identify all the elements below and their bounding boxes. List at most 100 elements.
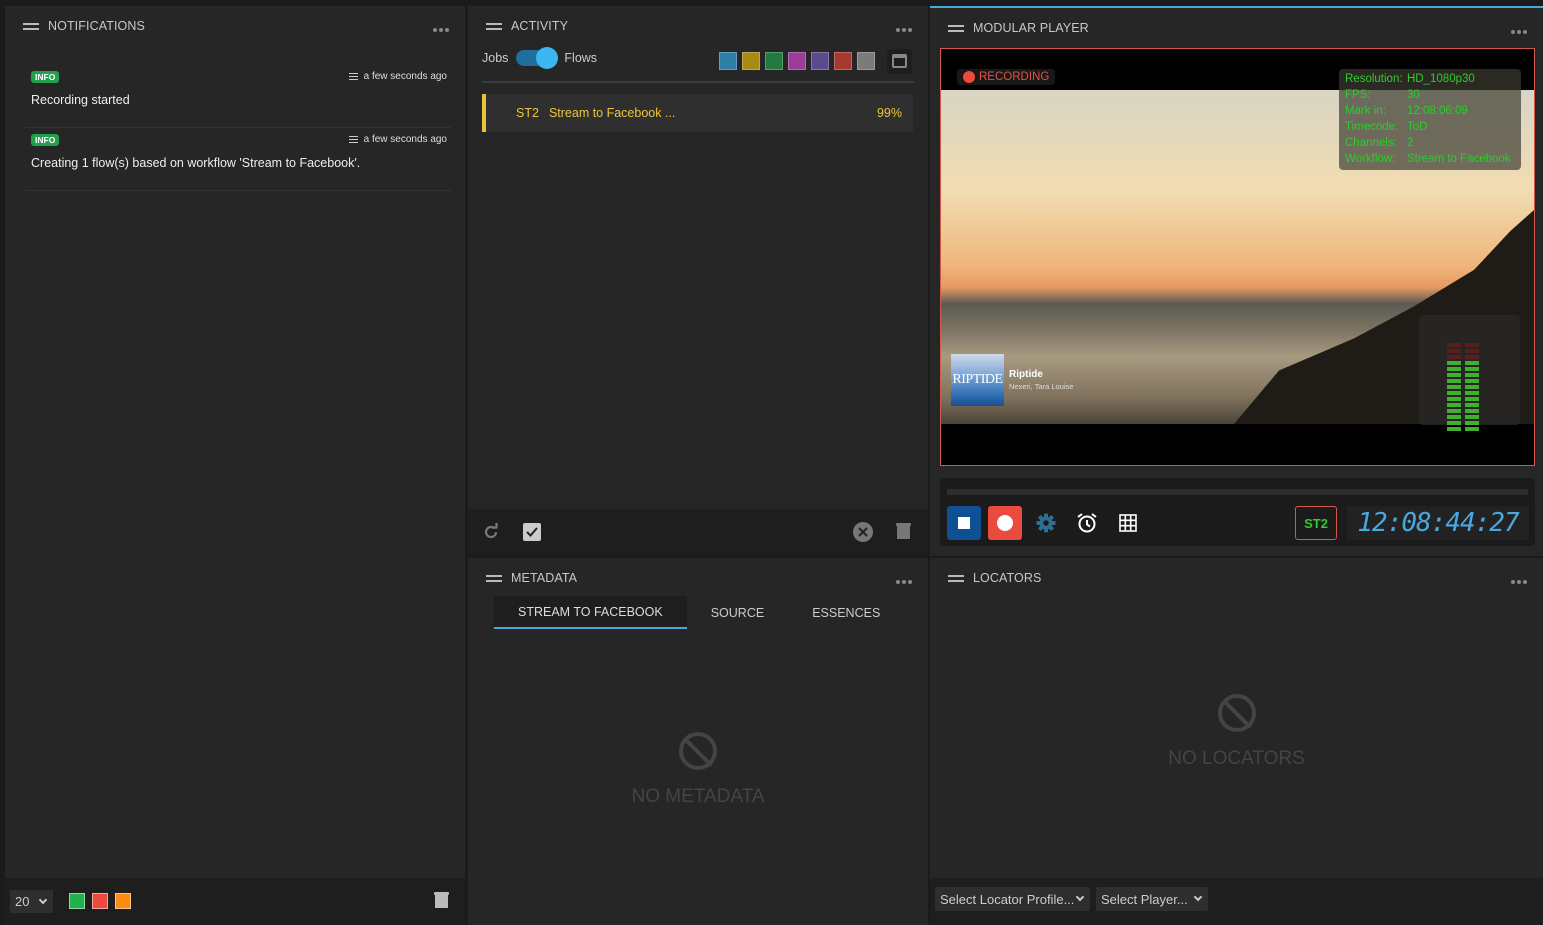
recording-indicator: RECORDING: [957, 69, 1056, 85]
meter-segment: [1447, 373, 1461, 377]
meter-segment: [1447, 415, 1461, 419]
info-key: Timecode:: [1345, 121, 1399, 133]
record-button[interactable]: [988, 506, 1022, 540]
meter-segment: [1447, 421, 1461, 425]
alarm-button[interactable]: [1070, 506, 1104, 540]
record-icon: [997, 515, 1013, 531]
meter-segment: [1447, 385, 1461, 389]
info-value: 30: [1407, 89, 1420, 101]
drag-handle-icon[interactable]: [948, 24, 964, 32]
refresh-icon[interactable]: [482, 523, 500, 541]
notifications-panel: NOTIFICATIONS INFO a few seconds ago Rec…: [5, 6, 465, 878]
drag-handle-icon[interactable]: [23, 22, 39, 30]
empty-state: NO LOCATORS: [930, 694, 1543, 770]
notification-time: a few seconds ago: [363, 134, 447, 145]
select-value: Select Player...: [1101, 891, 1188, 907]
info-key: FPS:: [1345, 89, 1371, 101]
drag-handle-icon[interactable]: [948, 574, 964, 582]
meter-segment: [1447, 391, 1461, 395]
flow-progress: 99%: [876, 106, 902, 120]
video-viewport[interactable]: RECORDING Resolution: HD_1080p30 FPS: 30 M…: [940, 48, 1535, 466]
meter-segment: [1465, 379, 1479, 383]
locator-profile-select[interactable]: Select Locator Profile...: [935, 887, 1090, 911]
details-icon[interactable]: [348, 73, 358, 80]
player-select[interactable]: Select Player...: [1096, 887, 1208, 911]
meter-segment: [1465, 385, 1479, 389]
metadata-tabs: STREAM TO FACEBOOK SOURCE ESSENCES: [494, 596, 904, 629]
trash-icon[interactable]: [896, 523, 911, 539]
level-badge: INFO: [31, 71, 60, 83]
now-playing-overlay: RIPTIDE Riptide Nexeri, Tara Louise: [951, 354, 1073, 406]
filter-error[interactable]: [92, 893, 108, 909]
locators-panel: LOCATORS NO LOCATORS: [930, 558, 1543, 878]
trash-icon[interactable]: [434, 892, 449, 908]
tab-stream-to-facebook[interactable]: STREAM TO FACEBOOK: [494, 596, 687, 629]
info-key: Mark in:: [1345, 105, 1386, 117]
locators-footer: Select Locator Profile... Select Player.…: [930, 878, 1543, 925]
notification-time: a few seconds ago: [363, 71, 447, 82]
flow-row[interactable]: ST2 Stream to Facebook ... 99%: [482, 94, 913, 132]
meter-segment: [1465, 415, 1479, 419]
panel-title: MODULAR PLAYER: [973, 21, 1089, 35]
more-options-icon[interactable]: [431, 24, 449, 32]
info-value: Stream to Facebook: [1407, 153, 1511, 165]
meter-segment: [1465, 343, 1479, 347]
drag-handle-icon[interactable]: [486, 574, 502, 582]
meter-segment: [1447, 403, 1461, 407]
meter-segment: [1465, 367, 1479, 371]
page-size-select[interactable]: 20: [10, 890, 53, 913]
flow-name: Stream to Facebook ...: [548, 106, 676, 120]
color-filter-blue[interactable]: [719, 52, 737, 70]
filter-success[interactable]: [69, 893, 85, 909]
more-options-icon[interactable]: [894, 576, 912, 584]
notification-item[interactable]: INFO a few seconds ago Creating 1 flow(s…: [25, 129, 451, 191]
meter-segment: [1465, 397, 1479, 401]
more-options-icon[interactable]: [1509, 26, 1527, 34]
gear-icon: [1036, 513, 1056, 533]
channel-badge: ST2: [1295, 506, 1337, 540]
notification-item[interactable]: INFO a few seconds ago Recording started: [25, 66, 451, 128]
filter-warning[interactable]: [115, 893, 131, 909]
color-filter-purple[interactable]: [811, 52, 829, 70]
grid-button[interactable]: [1111, 506, 1145, 540]
jobs-flows-toggle[interactable]: [516, 47, 559, 69]
no-entry-icon: [679, 732, 717, 770]
audio-meter: [1419, 315, 1520, 431]
timecode-display: 12:08:44:27: [1347, 506, 1529, 540]
meter-segment: [1447, 427, 1461, 431]
player-header: MODULAR PLAYER: [930, 8, 1543, 48]
toggle-label-flows: Flows: [564, 51, 598, 65]
record-dot-icon: [963, 71, 975, 83]
meter-segment: [1465, 427, 1479, 431]
timeline-scrubber[interactable]: [947, 489, 1528, 495]
color-filter-green[interactable]: [765, 52, 783, 70]
meter-segment: [1465, 349, 1479, 353]
activity-footer: [468, 509, 928, 555]
meter-segment: [1447, 349, 1461, 353]
select-all-checkbox-icon[interactable]: [523, 523, 541, 541]
more-options-icon[interactable]: [894, 24, 912, 32]
audio-channel-meter: [1465, 343, 1479, 431]
panel-title: NOTIFICATIONS: [48, 19, 145, 33]
panel-title: ACTIVITY: [511, 19, 569, 33]
more-options-icon[interactable]: [1509, 576, 1527, 584]
calendar-button[interactable]: [887, 49, 912, 74]
color-filter-red[interactable]: [834, 52, 852, 70]
empty-text: NO METADATA: [631, 786, 765, 807]
info-value: 12:08:06:09: [1407, 105, 1468, 117]
tab-essences[interactable]: ESSENCES: [788, 596, 904, 629]
cancel-icon[interactable]: [853, 522, 873, 542]
details-icon[interactable]: [348, 136, 358, 143]
settings-button[interactable]: [1029, 506, 1063, 540]
track-title: Riptide: [1009, 369, 1043, 380]
color-filter-gray[interactable]: [857, 52, 875, 70]
info-key: Workflow:: [1345, 153, 1396, 165]
drag-handle-icon[interactable]: [486, 22, 502, 30]
meter-segment: [1465, 361, 1479, 365]
album-cover: RIPTIDE: [951, 354, 1004, 406]
stop-button[interactable]: [947, 506, 981, 540]
tab-source[interactable]: SOURCE: [687, 596, 788, 629]
color-filter-magenta[interactable]: [788, 52, 806, 70]
meter-segment: [1447, 397, 1461, 401]
color-filter-yellow[interactable]: [742, 52, 760, 70]
